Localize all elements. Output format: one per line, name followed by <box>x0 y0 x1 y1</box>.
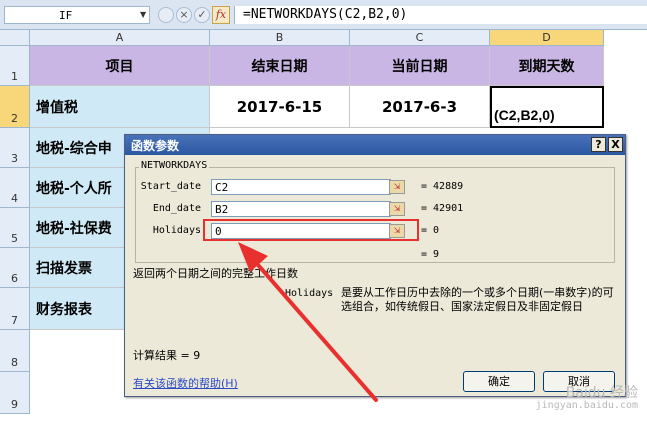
header-cell-item[interactable]: 项目 <box>30 46 210 86</box>
formula-input[interactable]: =NETWORKDAYS(C2,B2,0) <box>234 6 647 24</box>
column-header-d[interactable]: D <box>490 30 604 46</box>
function-name: NETWORKDAYS <box>139 160 210 171</box>
column-header-c[interactable]: C <box>350 30 490 46</box>
function-description: 返回两个日期之间的完整工作日数 <box>133 267 298 280</box>
header-cell-days-due[interactable]: 到期天数 <box>490 46 604 86</box>
select-all-corner[interactable] <box>0 30 30 46</box>
label-cell[interactable]: 增值税 <box>30 86 210 128</box>
row-header-3[interactable]: 3 <box>0 128 30 168</box>
cancel-icon[interactable]: × <box>176 7 192 23</box>
arg-help-text: 是要从工作日历中去除的一个或多个日期(一串数字)的可选组合，如传统假日、国家法定… <box>341 286 614 313</box>
function-result: = 9 <box>421 249 440 260</box>
insert-function-button[interactable]: fx <box>212 6 230 24</box>
end-date-input[interactable]: B2 <box>211 201 391 217</box>
arg-result: = 42889 <box>421 181 464 192</box>
row-header-9[interactable]: 9 <box>0 372 30 414</box>
close-icon[interactable]: X <box>608 137 623 152</box>
calc-result: 计算结果 = 9 <box>133 349 201 362</box>
column-header-b[interactable]: B <box>210 30 350 46</box>
row-header-8[interactable]: 8 <box>0 330 30 372</box>
help-icon[interactable]: ? <box>591 137 606 152</box>
arg-label-holidays: Holidays <box>152 225 201 236</box>
end-date-cell[interactable]: 2017-6-15 <box>210 86 350 128</box>
dialog-title[interactable]: 函数参数 <box>125 135 625 155</box>
header-cell-end-date[interactable]: 结束日期 <box>210 46 350 86</box>
function-arguments-dialog: 函数参数 ? X NETWORKDAYS Start_date C2 ⇲ = 4… <box>124 134 626 397</box>
arg-result: = 0 <box>421 225 440 236</box>
formula-bar: IF ▼ × ✓ fx =NETWORKDAYS(C2,B2,0) <box>0 0 647 30</box>
row-header-5[interactable]: 5 <box>0 208 30 248</box>
row-header-2[interactable]: 2 <box>0 86 30 128</box>
name-box[interactable]: IF <box>4 6 150 24</box>
arg-label-start-date: Start_date <box>140 181 201 192</box>
row-header-1[interactable]: 1 <box>0 46 30 86</box>
collapse-dialog-icon[interactable]: ⇲ <box>389 202 405 216</box>
current-date-cell[interactable]: 2017-6-3 <box>350 86 490 128</box>
watermark-logo: Baidu 经验 <box>565 385 638 401</box>
active-cell-d2[interactable]: (C2,B2,0) <box>490 86 604 128</box>
watermark: Baidu 经验 jingyan.baidu.com <box>504 385 644 426</box>
watermark-url: jingyan.baidu.com <box>535 400 638 411</box>
arg-label-end-date: End_date <box>152 203 201 214</box>
chevron-down-icon[interactable]: ▼ <box>140 10 146 19</box>
highlight-box <box>203 219 419 241</box>
row-header-4[interactable]: 4 <box>0 168 30 208</box>
arg-help-name: Holidays <box>285 288 334 299</box>
help-link[interactable]: 有关该函数的帮助(H) <box>133 375 238 391</box>
start-date-input[interactable]: C2 <box>211 179 391 195</box>
header-cell-current-date[interactable]: 当前日期 <box>350 46 490 86</box>
column-header-a[interactable]: A <box>30 30 210 46</box>
enter-icon[interactable]: ✓ <box>194 7 210 23</box>
circle-icon <box>158 7 174 23</box>
collapse-dialog-icon[interactable]: ⇲ <box>389 180 405 194</box>
arg-result: = 42901 <box>421 203 464 214</box>
row-header-7[interactable]: 7 <box>0 288 30 330</box>
row-header-6[interactable]: 6 <box>0 248 30 288</box>
